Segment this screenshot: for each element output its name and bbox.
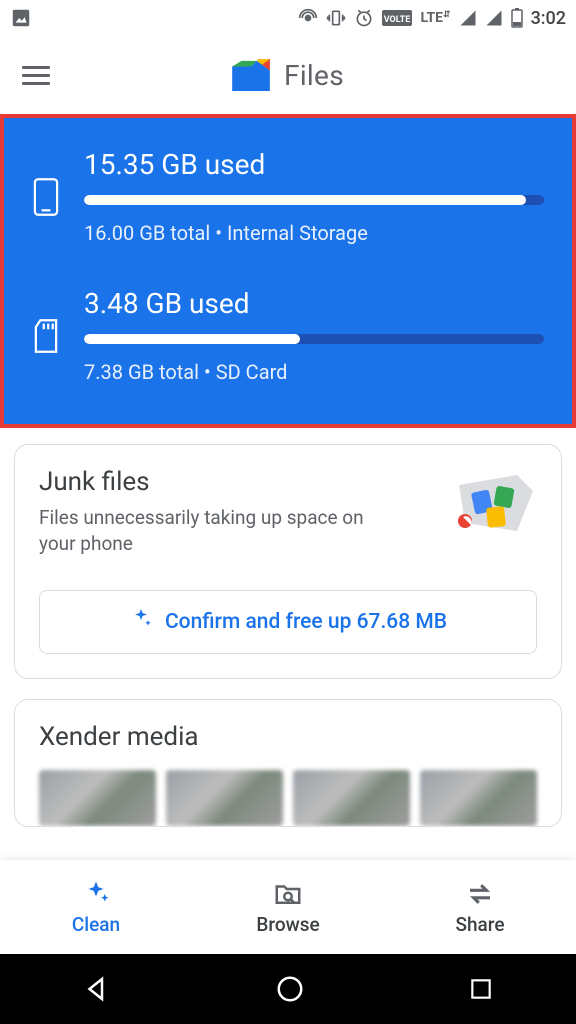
picture-icon [10, 7, 32, 29]
files-logo-icon [232, 59, 270, 91]
svg-text:VOLTE: VOLTE [384, 15, 411, 25]
nav-label: Browse [256, 913, 319, 936]
signal-icon [459, 9, 477, 27]
sdcard-icon [32, 318, 66, 354]
volte-icon: VOLTE [382, 10, 412, 26]
storage-progress [84, 334, 544, 344]
lte-icon: LTE⇵ [420, 11, 450, 25]
storage-internal[interactable]: 15.35 GB used 16.00 GB total • Internal … [32, 148, 544, 245]
menu-icon[interactable] [22, 66, 50, 85]
storage-progress [84, 195, 544, 205]
status-bar: VOLTE LTE⇵ 3:02 [0, 0, 576, 36]
media-thumb[interactable] [293, 770, 410, 826]
nav-browse[interactable]: Browse [192, 860, 384, 954]
storage-used-label: 15.35 GB used [84, 148, 544, 181]
xender-media-card[interactable]: Xender media [14, 699, 562, 827]
storage-total-label: 7.38 GB total • SD Card [84, 360, 544, 384]
storage-total-label: 16.00 GB total • Internal Storage [84, 221, 544, 245]
back-button[interactable] [82, 974, 112, 1004]
swap-icon [465, 879, 495, 909]
battery-icon [511, 8, 523, 28]
dustpan-illustration-icon [447, 467, 537, 543]
status-time: 3:02 [531, 8, 566, 29]
android-nav-bar [0, 954, 576, 1024]
home-button[interactable] [275, 974, 305, 1004]
cards-area: Junk files Files unnecessarily taking up… [0, 428, 576, 827]
storage-panel: 15.35 GB used 16.00 GB total • Internal … [0, 114, 576, 428]
card-title: Xender media [39, 722, 537, 752]
storage-used-label: 3.48 GB used [84, 287, 544, 320]
storage-sdcard[interactable]: 3.48 GB used 7.38 GB total • SD Card [32, 287, 544, 384]
media-thumb[interactable] [420, 770, 537, 826]
nav-share[interactable]: Share [384, 860, 576, 954]
media-thumbnails [39, 770, 537, 826]
sparkle-icon [81, 879, 111, 909]
junk-files-card: Junk files Files unnecessarily taking up… [14, 444, 562, 679]
nav-label: Clean [72, 913, 120, 936]
app-header: Files [0, 36, 576, 114]
confirm-free-up-button[interactable]: Confirm and free up 67.68 MB [39, 590, 537, 654]
folder-search-icon [273, 879, 303, 909]
signal-icon [485, 9, 503, 27]
phone-icon [32, 177, 66, 217]
alarm-icon [354, 8, 374, 28]
confirm-button-label: Confirm and free up 67.68 MB [165, 610, 447, 634]
recent-apps-button[interactable] [468, 976, 494, 1002]
nav-label: Share [455, 913, 504, 936]
media-thumb[interactable] [166, 770, 283, 826]
nav-clean[interactable]: Clean [0, 860, 192, 954]
media-thumb[interactable] [39, 770, 156, 826]
app-title: Files [284, 59, 344, 92]
sparkle-icon [129, 607, 153, 637]
bottom-navigation: Clean Browse Share [0, 860, 576, 954]
card-description: Files unnecessarily taking up space on y… [39, 505, 379, 556]
card-title: Junk files [39, 467, 379, 497]
vibrate-icon [326, 8, 346, 28]
hotspot-icon [298, 8, 318, 28]
